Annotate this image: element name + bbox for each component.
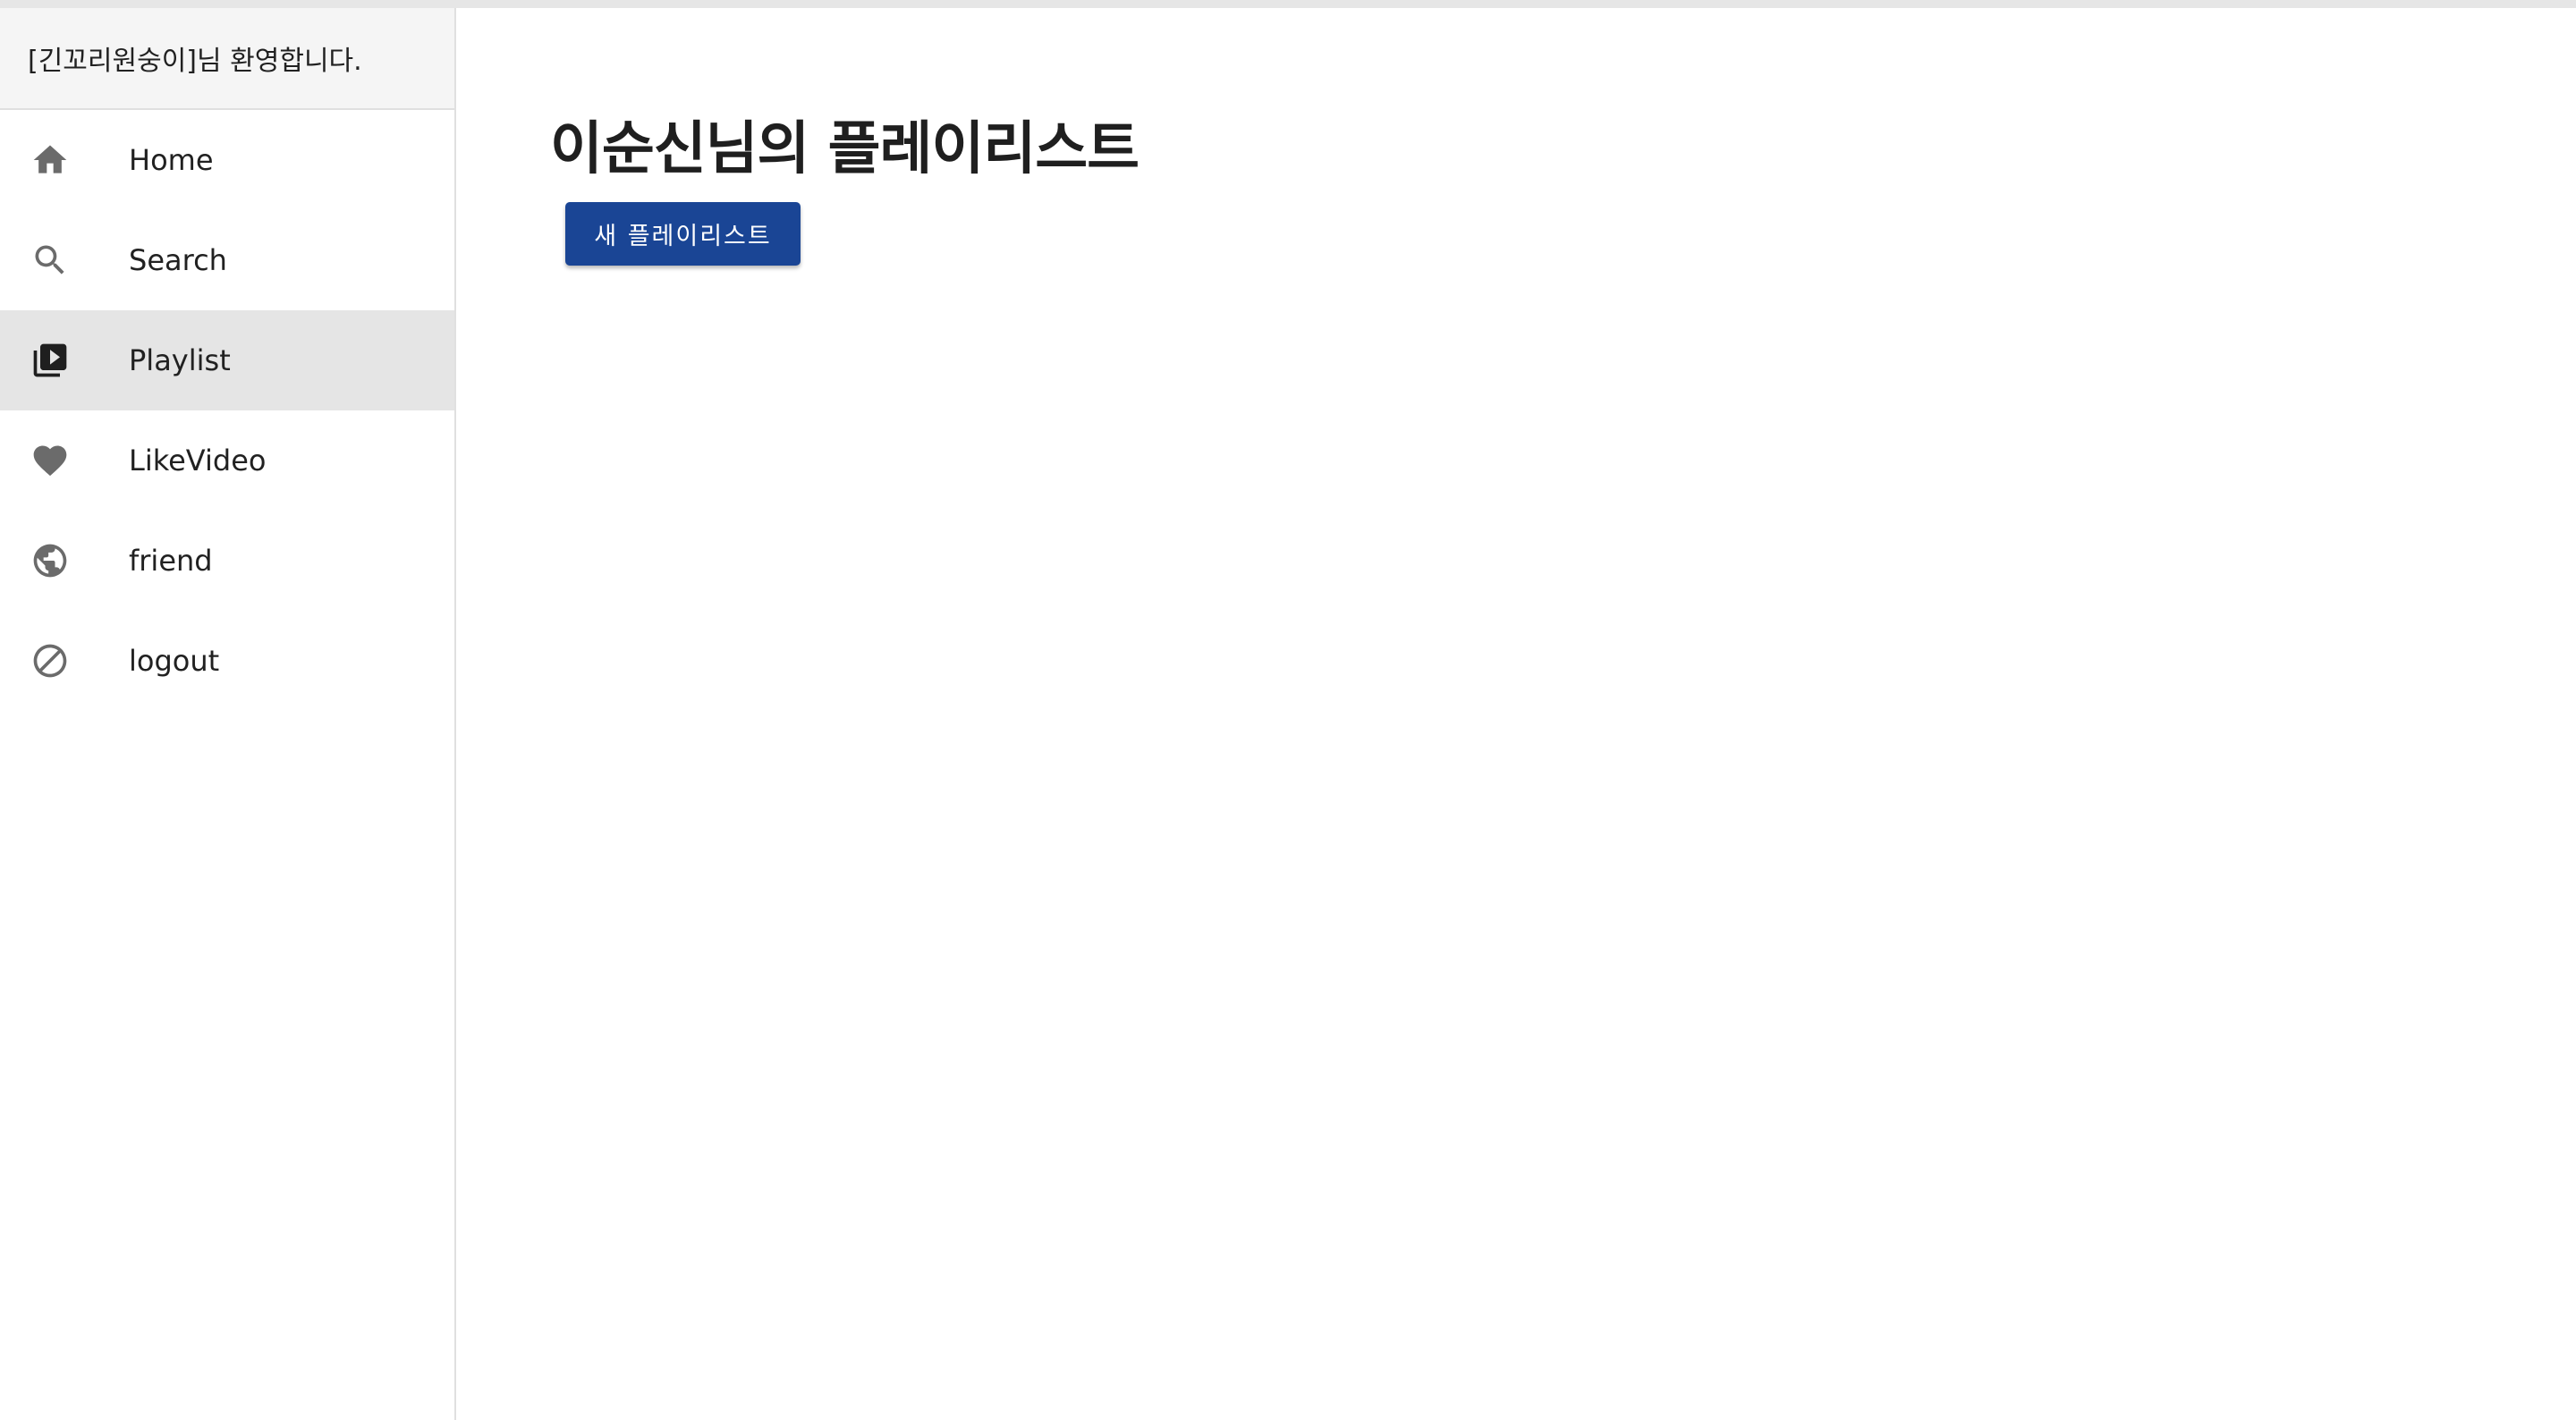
playlist-icon: [30, 341, 70, 380]
main-content: 이순신님의 플레이리스트 새 플레이리스트: [458, 8, 2576, 1420]
search-icon: [30, 241, 70, 280]
block-icon: [30, 641, 70, 680]
new-playlist-button[interactable]: 새 플레이리스트: [565, 202, 801, 266]
sidebar-item-label: Playlist: [129, 343, 231, 377]
sidebar-item-label: LikeVideo: [129, 444, 267, 478]
sidebar-item-playlist[interactable]: Playlist: [0, 310, 454, 410]
heart-icon: [30, 441, 70, 480]
sidebar-item-logout[interactable]: logout: [0, 611, 454, 711]
sidebar-item-friend[interactable]: friend: [0, 511, 454, 611]
sidebar-item-search[interactable]: Search: [0, 210, 454, 310]
sidebar: [긴꼬리원숭이]님 환영합니다. Home Search Playlist Li…: [0, 8, 456, 1420]
page-title: 이순신님의 플레이리스트: [550, 116, 1140, 182]
sidebar-item-label: Home: [129, 143, 214, 177]
home-icon: [30, 140, 70, 180]
sidebar-item-label: Search: [129, 243, 227, 277]
welcome-message: [긴꼬리원숭이]님 환영합니다.: [0, 8, 454, 110]
top-divider: [0, 0, 2576, 8]
globe-icon: [30, 541, 70, 580]
sidebar-item-label: logout: [129, 644, 220, 678]
sidebar-item-likevideo[interactable]: LikeVideo: [0, 410, 454, 511]
sidebar-nav: Home Search Playlist LikeVideo friend lo…: [0, 110, 454, 711]
sidebar-item-home[interactable]: Home: [0, 110, 454, 210]
sidebar-item-label: friend: [129, 544, 213, 578]
